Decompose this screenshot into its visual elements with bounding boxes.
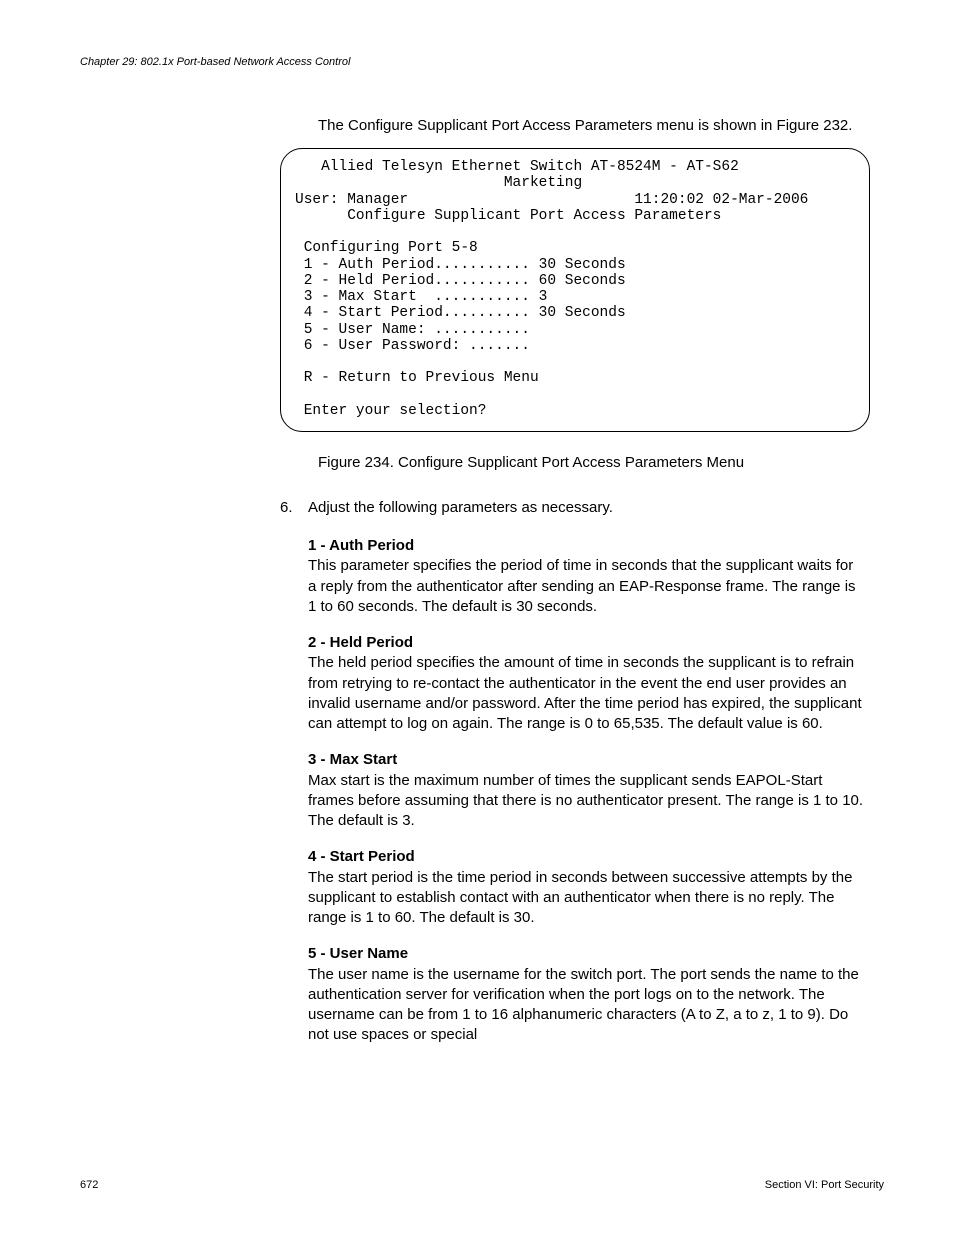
param-title: 5 - User Name — [308, 944, 864, 964]
terminal-item-2: 2 - Held Period........... 60 Seconds — [295, 273, 626, 289]
param-body: The start period is the time period in s… — [308, 868, 864, 929]
terminal-item-6: 6 - User Password: ....... — [295, 338, 530, 354]
param-block-4: 4 - Start Period The start period is the… — [308, 847, 864, 928]
param-title: 4 - Start Period — [308, 847, 864, 867]
param-body: The user name is the username for the sw… — [308, 965, 864, 1046]
terminal-menu-title: Configure Supplicant Port Access Paramet… — [295, 208, 721, 224]
terminal-item-4: 4 - Start Period.......... 30 Seconds — [295, 305, 626, 321]
param-body: Max start is the maximum number of times… — [308, 771, 864, 832]
step-text: Adjust the following parameters as neces… — [308, 499, 613, 516]
terminal-return-line: R - Return to Previous Menu — [295, 370, 539, 386]
intro-paragraph: The Configure Supplicant Port Access Par… — [318, 116, 884, 136]
figure-caption: Figure 234. Configure Supplicant Port Ac… — [318, 454, 884, 471]
param-title: 2 - Held Period — [308, 633, 864, 653]
param-body: The held period specifies the amount of … — [308, 653, 864, 734]
param-block-3: 3 - Max Start Max start is the maximum n… — [308, 750, 864, 831]
param-block-5: 5 - User Name The user name is the usern… — [308, 944, 864, 1045]
param-title: 1 - Auth Period — [308, 536, 864, 556]
step-number: 6. — [280, 499, 308, 516]
param-body: This parameter specifies the period of t… — [308, 556, 864, 617]
page-footer: 672 Section VI: Port Security — [80, 1179, 884, 1191]
step-row: 6. Adjust the following parameters as ne… — [280, 499, 884, 516]
terminal-user-line: User: Manager 11:20:02 02-Mar-2006 — [295, 192, 808, 208]
page-number: 672 — [80, 1179, 98, 1191]
terminal-title: Allied Telesyn Ethernet Switch AT-8524M … — [295, 159, 739, 175]
terminal-subtitle: Marketing — [295, 175, 582, 191]
section-label: Section VI: Port Security — [765, 1179, 884, 1191]
terminal-prompt: Enter your selection? — [295, 403, 486, 419]
terminal-item-3: 3 - Max Start ........... 3 — [295, 289, 547, 305]
terminal-item-5: 5 - User Name: ........... — [295, 322, 530, 338]
param-block-2: 2 - Held Period The held period specifie… — [308, 633, 864, 734]
param-title: 3 - Max Start — [308, 750, 864, 770]
terminal-item-1: 1 - Auth Period........... 30 Seconds — [295, 257, 626, 273]
page-header-chapter: Chapter 29: 802.1x Port-based Network Ac… — [80, 56, 884, 68]
terminal-screenshot: Allied Telesyn Ethernet Switch AT-8524M … — [280, 148, 870, 432]
param-block-1: 1 - Auth Period This parameter specifies… — [308, 536, 864, 617]
terminal-config-line: Configuring Port 5-8 — [295, 240, 478, 256]
